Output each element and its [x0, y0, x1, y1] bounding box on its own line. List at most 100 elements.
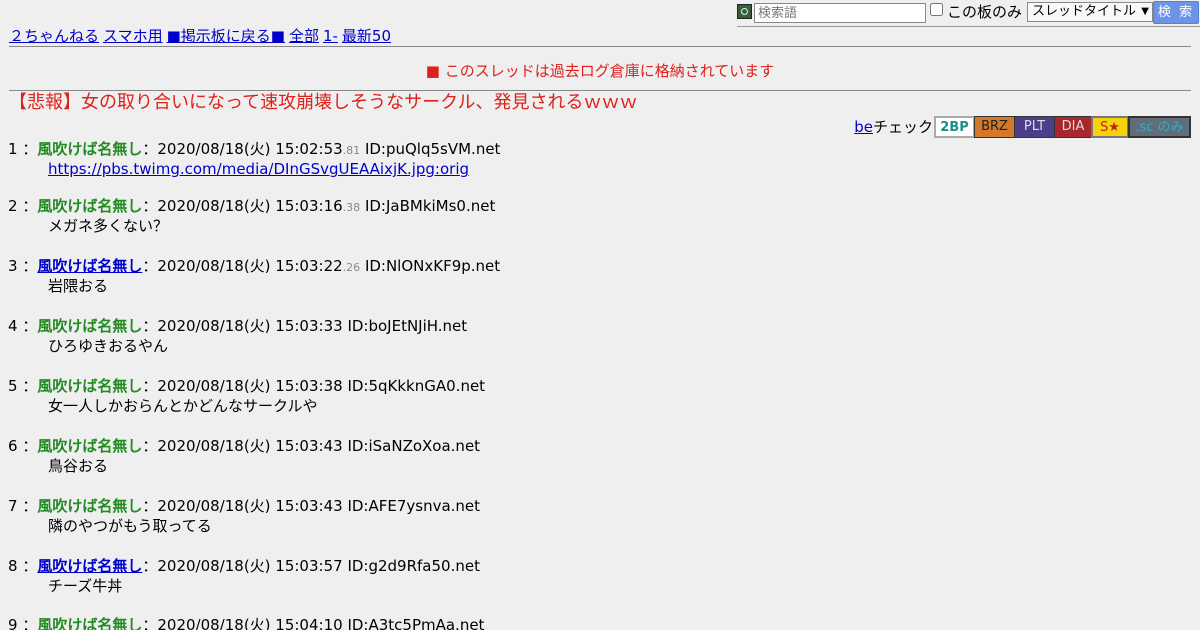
post-separator: ： [142, 257, 158, 275]
badge-sc-only[interactable]: .sc のみ [1128, 116, 1191, 138]
post-body: メガネ多くない？ [48, 216, 495, 236]
search-input[interactable] [754, 3, 926, 23]
post-body: 女一人しかおらんとかどんなサークルや [48, 396, 485, 416]
post-separator: ： [142, 497, 158, 515]
post-text: 隣のやつがもう取ってる [48, 517, 212, 535]
post-date: 2020/08/18(火) 15:03:43 [157, 437, 343, 455]
post-separator: ： [17, 497, 38, 515]
nav-link-2ch[interactable]: ２ちゃんねる [9, 27, 99, 45]
post-separator: ： [142, 557, 158, 575]
post-separator: ： [142, 317, 158, 335]
be-check-label: チェック [872, 118, 933, 136]
post: 3 ：風吹けば名無し：2020/08/18(火) 15:03:22.26 ID:… [8, 256, 500, 296]
page: この板のみ スレッドタイトル ▼ 検 索 ２ちゃんねるスマホ用■掲示板に戻る■全… [0, 0, 1200, 630]
post-separator: ： [17, 377, 38, 395]
dropdown-arrow-icon: ▼ [1141, 6, 1149, 17]
search-button[interactable]: 検 索 [1153, 1, 1199, 24]
post-body: https://pbs.twimg.com/media/DInGSvgUEAAi… [48, 159, 500, 179]
post-number[interactable]: 7 [8, 497, 18, 515]
post-date: 2020/08/18(火) 15:03:33 [157, 317, 343, 335]
post-number[interactable]: 1 [8, 140, 18, 158]
post-text: ひろゆきおるやん [48, 337, 169, 355]
badge-dia[interactable]: DIA [1054, 116, 1092, 138]
post-author-name: 風吹けば名無し [37, 437, 143, 455]
post-body: チーズ牛丼 [48, 576, 480, 596]
post-number[interactable]: 3 [8, 257, 18, 275]
post-author-name: 風吹けば名無し [37, 197, 143, 215]
post-body: ひろゆきおるやん [48, 336, 467, 356]
post-user-id[interactable]: ID:iSaNZoXoa.net [347, 437, 480, 455]
post-header: 6 ：風吹けば名無し：2020/08/18(火) 15:03:43 ID:iSa… [8, 436, 480, 456]
post-user-id[interactable]: ID:AFE7ysnva.net [347, 497, 480, 515]
post-separator: ： [142, 197, 158, 215]
post-number[interactable]: 6 [8, 437, 18, 455]
thread-title: 【悲報】女の取り合いになって速攻崩壊しそうなサークル、発見されるｗｗｗ [9, 92, 638, 113]
post-header: 5 ：風吹けば名無し：2020/08/18(火) 15:03:38 ID:5qK… [8, 376, 485, 396]
post-header: 9 ：風吹けば名無し：2020/08/18(火) 15:04:10 ID:A3t… [8, 615, 484, 630]
post-author-name[interactable]: 風吹けば名無し [37, 257, 142, 275]
post-separator: ： [17, 257, 38, 275]
be-badges: 2BP BRZ PLT DIA S★ .sc のみ [934, 116, 1191, 140]
post: 5 ：風吹けば名無し：2020/08/18(火) 15:03:38 ID:5qK… [8, 376, 485, 416]
nav-link-first[interactable]: 1- [323, 27, 338, 45]
post: 7 ：風吹けば名無し：2020/08/18(火) 15:03:43 ID:AFE… [8, 496, 480, 536]
nav-link-latest50[interactable]: 最新50 [342, 27, 391, 45]
badge-s-star[interactable]: S★ [1091, 116, 1129, 138]
post-author-name: 風吹けば名無し [37, 140, 143, 158]
post-separator: ： [17, 616, 38, 630]
post-number[interactable]: 2 [8, 197, 18, 215]
post-milliseconds: .26 [342, 261, 361, 274]
post-author-name: 風吹けば名無し [37, 377, 143, 395]
post-number[interactable]: 8 [8, 557, 18, 575]
post-header: 1 ：風吹けば名無し：2020/08/18(火) 15:02:53.81 ID:… [8, 139, 500, 159]
post-separator: ： [17, 437, 38, 455]
post-body: 岩隈おる [48, 276, 500, 296]
post-date: 2020/08/18(火) 15:03:22 [157, 257, 343, 275]
post-author-name: 風吹けば名無し [37, 317, 143, 335]
nav-link-back-to-board[interactable]: ■掲示板に戻る■ [167, 27, 285, 45]
post-user-id[interactable]: ID:puQlq5sVM.net [365, 140, 501, 158]
post-user-id[interactable]: ID:NlONxKF9p.net [365, 257, 500, 275]
board-only-label[interactable]: この板のみ [947, 3, 1022, 21]
be-link[interactable]: be [854, 118, 873, 136]
post-user-id[interactable]: ID:g2d9Rfa50.net [347, 557, 480, 575]
post-separator: ： [142, 377, 158, 395]
post-user-id[interactable]: ID:JaBMkiMs0.net [365, 197, 495, 215]
post: 9 ：風吹けば名無し：2020/08/18(火) 15:04:10 ID:A3t… [8, 615, 484, 630]
post-number[interactable]: 9 [8, 616, 18, 630]
board-only-checkbox[interactable] [930, 3, 943, 16]
post-text: 鳥谷おる [48, 457, 109, 475]
post-user-id[interactable]: ID:A3tc5PmAa.net [347, 616, 484, 630]
post-body: 鳥谷おる [48, 456, 480, 476]
search-bar: この板のみ スレッドタイトル ▼ 検 索 [737, 0, 1200, 27]
post-date: 2020/08/18(火) 15:03:16 [157, 197, 343, 215]
thread-nav: ２ちゃんねる スマホ用 ■掲示板に戻る■ 全部 1- 最新50 [9, 26, 395, 46]
post-image-link[interactable]: https://pbs.twimg.com/media/DInGSvgUEAAi… [48, 160, 469, 178]
post-text: チーズ牛丼 [48, 577, 123, 595]
post-milliseconds: .38 [342, 201, 361, 214]
badge-brz[interactable]: BRZ [974, 116, 1015, 138]
post-number[interactable]: 5 [8, 377, 18, 395]
post-date: 2020/08/18(火) 15:03:43 [157, 497, 343, 515]
site-logo-icon[interactable] [737, 4, 752, 19]
post-author-name[interactable]: 風吹けば名無し [37, 557, 142, 575]
nav-link-all[interactable]: 全部 [289, 27, 319, 45]
divider [9, 90, 1191, 91]
post-separator: ： [142, 437, 158, 455]
post-separator: ： [17, 197, 38, 215]
post: 8 ：風吹けば名無し：2020/08/18(火) 15:03:57 ID:g2d… [8, 556, 480, 596]
post-text: メガネ多くない？ [48, 217, 169, 235]
post-user-id[interactable]: ID:boJEtNJiH.net [347, 317, 467, 335]
badge-2bp[interactable]: 2BP [934, 116, 975, 138]
search-type-select[interactable]: スレッドタイトル ▼ [1027, 2, 1153, 22]
post-author-name: 風吹けば名無し [37, 616, 143, 630]
post-number[interactable]: 4 [8, 317, 18, 335]
archive-notice: ■ このスレッドは過去ログ倉庫に格納されています [425, 62, 775, 80]
be-check-bar: beチェック 2BP BRZ PLT DIA S★ .sc のみ [854, 116, 1191, 140]
post-header: 8 ：風吹けば名無し：2020/08/18(火) 15:03:57 ID:g2d… [8, 556, 480, 576]
badge-plt[interactable]: PLT [1014, 116, 1055, 138]
post-user-id[interactable]: ID:5qKkknGA0.net [347, 377, 485, 395]
post: 1 ：風吹けば名無し：2020/08/18(火) 15:02:53.81 ID:… [8, 139, 500, 179]
nav-link-smartphone[interactable]: スマホ用 [103, 27, 163, 45]
post-text: 女一人しかおらんとかどんなサークルや [48, 397, 318, 415]
